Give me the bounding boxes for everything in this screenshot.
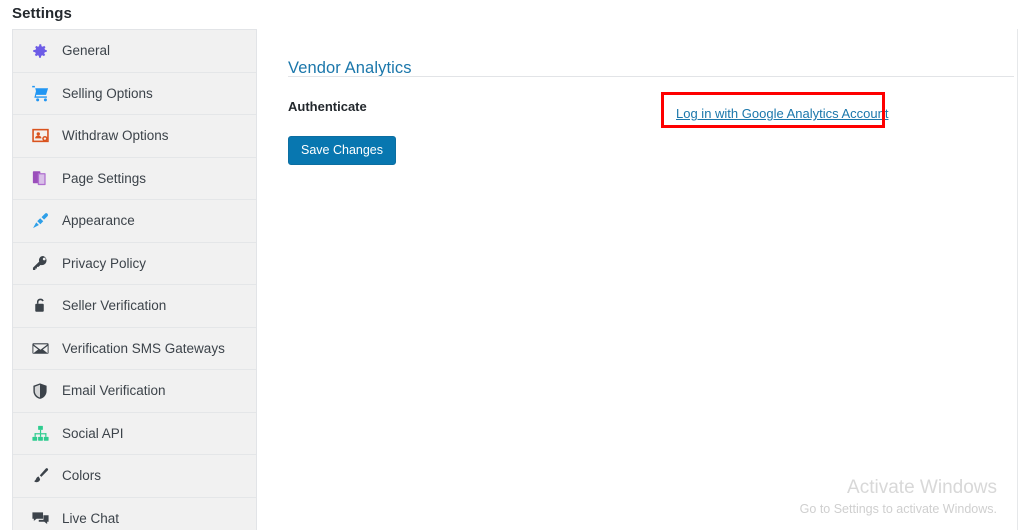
shopping-cart-icon bbox=[29, 82, 51, 104]
authenticate-row: Authenticate Log in with Google Analytic… bbox=[288, 89, 1014, 128]
authenticate-label: Authenticate bbox=[288, 98, 367, 114]
settings-page: Settings General Selling Options Withdra… bbox=[0, 0, 1024, 530]
brush-icon bbox=[29, 465, 51, 487]
sidebar-item-label: Appearance bbox=[62, 213, 135, 229]
google-analytics-login-link[interactable]: Log in with Google Analytics Account bbox=[676, 106, 888, 121]
sidebar-item-label: Selling Options bbox=[62, 85, 153, 101]
chat-bubbles-icon bbox=[29, 508, 51, 530]
sidebar-item-label: Privacy Policy bbox=[62, 255, 147, 271]
pages-stack-icon bbox=[29, 167, 51, 189]
key-icon bbox=[29, 252, 51, 274]
section-title: Vendor Analytics bbox=[288, 58, 412, 77]
settings-sidebar: General Selling Options Withdraw Options… bbox=[12, 29, 257, 530]
sidebar-item-page-settings[interactable]: Page Settings bbox=[13, 157, 256, 200]
sidebar-item-general[interactable]: General bbox=[13, 30, 256, 73]
sidebar-item-selling-options[interactable]: Selling Options bbox=[13, 72, 256, 115]
shield-icon bbox=[29, 380, 51, 402]
withdraw-card-icon bbox=[29, 125, 51, 147]
sidebar-item-label: Live Chat bbox=[62, 511, 120, 527]
sidebar-item-seller-verification[interactable]: Seller Verification bbox=[13, 285, 256, 328]
sidebar-item-label: Seller Verification bbox=[62, 298, 167, 314]
sidebar-item-label: Social API bbox=[62, 425, 124, 441]
sidebar-item-social-api[interactable]: Social API bbox=[13, 412, 256, 455]
settings-content-panel: Vendor Analytics Authenticate Log in wit… bbox=[257, 29, 1018, 530]
sidebar-item-verification-sms-gateways[interactable]: Verification SMS Gateways bbox=[13, 327, 256, 370]
sidebar-item-privacy-policy[interactable]: Privacy Policy bbox=[13, 242, 256, 285]
paint-brush-icon bbox=[29, 210, 51, 232]
sidebar-item-email-verification[interactable]: Email Verification bbox=[13, 370, 256, 413]
sidebar-item-label: Colors bbox=[62, 468, 102, 484]
sidebar-item-label: Email Verification bbox=[62, 383, 166, 399]
sidebar-item-appearance[interactable]: Appearance bbox=[13, 200, 256, 243]
page-title: Settings bbox=[12, 5, 72, 22]
gear-icon bbox=[29, 40, 51, 62]
lock-icon bbox=[29, 295, 51, 317]
envelope-icon bbox=[29, 337, 51, 359]
section-divider bbox=[288, 76, 1014, 77]
sidebar-item-live-chat[interactable]: Live Chat bbox=[13, 497, 256, 530]
sidebar-item-label: General bbox=[62, 43, 111, 59]
sidebar-item-label: Page Settings bbox=[62, 170, 147, 186]
sidebar-item-label: Verification SMS Gateways bbox=[62, 340, 225, 356]
sitemap-icon bbox=[29, 422, 51, 444]
sidebar-item-label: Withdraw Options bbox=[62, 128, 169, 144]
watermark-title: Activate Windows bbox=[847, 477, 997, 498]
sidebar-item-withdraw-options[interactable]: Withdraw Options bbox=[13, 115, 256, 158]
sidebar-item-colors[interactable]: Colors bbox=[13, 455, 256, 498]
save-changes-button[interactable]: Save Changes bbox=[288, 136, 397, 165]
windows-activation-watermark: Activate Windows Go to Settings to activ… bbox=[800, 475, 997, 518]
watermark-subtitle: Go to Settings to activate Windows. bbox=[799, 502, 997, 516]
